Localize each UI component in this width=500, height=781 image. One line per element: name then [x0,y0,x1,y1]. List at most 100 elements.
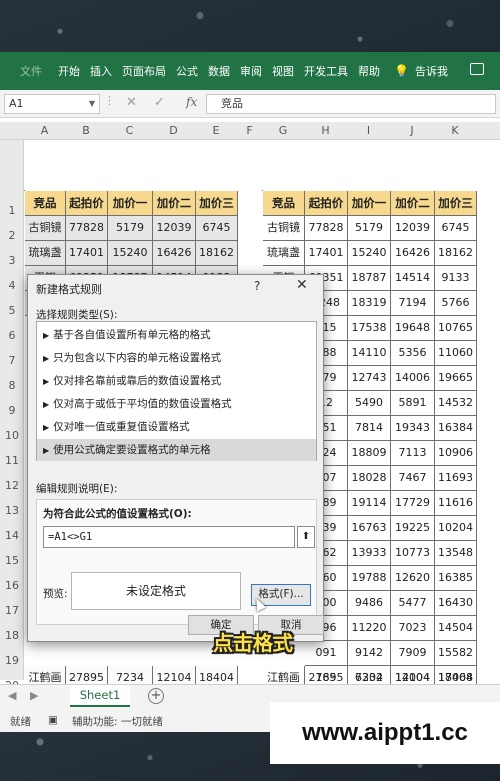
table-cell[interactable]: 16426 [391,241,435,266]
table-cell[interactable]: 14504 [435,616,477,641]
table-cell[interactable]: 7194 [391,291,435,316]
table-cell[interactable]: 19648 [391,316,435,341]
tab-home[interactable]: 开始 [58,63,80,79]
row-header[interactable]: 16 [0,573,24,598]
table-cell[interactable]: 18787 [348,266,391,291]
table-cell[interactable]: 14514 [391,266,435,291]
table-cell[interactable]: 17401 [305,241,348,266]
header-cell[interactable]: 加价二 [391,191,435,216]
row-header[interactable]: 14 [0,523,24,548]
rule-type-item[interactable]: ▶ 基于各自值设置所有单元格的格式 [37,324,316,346]
table-cell[interactable]: 18028 [348,466,391,491]
column-header[interactable]: D [152,122,195,140]
table-cell[interactable]: 7909 [391,641,435,666]
table-cell[interactable]: 7023 [391,616,435,641]
header-cell[interactable]: 加价一 [348,191,391,216]
table-cell[interactable]: 12039 [391,216,435,241]
column-header[interactable]: H [304,122,347,140]
table-cell[interactable]: 7113 [391,441,435,466]
table-cell[interactable]: 9142 [348,641,391,666]
table-cell[interactable]: 77828 [66,216,108,241]
table-cell[interactable]: 11220 [348,616,391,641]
table-cell[interactable]: 5179 [348,216,391,241]
table-cell[interactable]: 6745 [196,216,238,241]
formula-input[interactable]: 竞品 [206,94,496,114]
table-cell[interactable]: 12039 [153,216,196,241]
table-cell[interactable]: 11616 [435,491,477,516]
rule-type-item[interactable]: ▶ 仅对唯一值或重复值设置格式 [37,416,316,438]
row-header[interactable]: 12 [0,473,24,498]
table-cell[interactable]: 7814 [348,416,391,441]
table-cell[interactable]: 14006 [391,366,435,391]
rule-type-item[interactable]: ▶ 仅对高于或低于平均值的数值设置格式 [37,393,316,415]
row-header[interactable]: 15 [0,548,24,573]
header-cell[interactable]: 竞品 [263,191,305,216]
table-cell[interactable]: 12620 [391,566,435,591]
table-cell[interactable]: 15240 [108,241,153,266]
table-cell[interactable]: 9486 [348,591,391,616]
add-sheet-button[interactable]: + [148,688,164,704]
row-header[interactable]: 7 [0,348,24,373]
tab-formulas[interactable]: 公式 [176,63,198,79]
table-cell[interactable]: 19225 [391,516,435,541]
row-header[interactable]: 11 [0,448,24,473]
rule-type-item[interactable]: ▶ 只为包含以下内容的单元格设置格式 [37,347,316,369]
table-cell[interactable]: 19114 [348,491,391,516]
table-cell[interactable]: 9133 [435,266,477,291]
row-header[interactable]: 10 [0,423,24,448]
table-cell[interactable]: 古铜镜 [263,216,305,241]
rule-type-item[interactable]: ▶ 仅对排名靠前或靠后的数值设置格式 [37,370,316,392]
header-cell[interactable]: 竞品 [25,191,66,216]
table-cell[interactable]: 5179 [108,216,153,241]
table-cell[interactable]: 16385 [435,566,477,591]
next-sheet-icon[interactable]: ▶ [30,689,38,702]
table-cell[interactable]: 18162 [435,241,477,266]
table-cell[interactable]: 10773 [391,541,435,566]
table-cell[interactable]: 5477 [391,591,435,616]
tab-developer[interactable]: 开发工具 [304,63,348,79]
table-cell[interactable]: 6745 [435,216,477,241]
column-header[interactable]: J [390,122,434,140]
help-icon[interactable]: ? [254,279,260,293]
table-cell[interactable]: 18319 [348,291,391,316]
close-icon[interactable]: ✕ [296,277,308,293]
tab-data[interactable]: 数据 [208,63,230,79]
name-box[interactable]: A1 ▼ [4,94,100,114]
table-cell[interactable]: 18162 [196,241,238,266]
header-cell[interactable]: 加价二 [153,191,196,216]
table-cell[interactable]: 11693 [435,466,477,491]
row-header[interactable]: 5 [0,298,24,323]
table-cell[interactable]: 091 [305,641,348,666]
table-cell[interactable]: 琉璃盏 [25,241,66,266]
table-cell[interactable]: 16384 [435,416,477,441]
table-cell[interactable]: 12743 [348,366,391,391]
tab-insert[interactable]: 插入 [90,63,112,79]
row-header[interactable]: 1 [0,198,24,223]
column-header[interactable]: F [237,122,262,140]
tab-view[interactable]: 视图 [272,63,294,79]
header-cell[interactable]: 起拍价 [305,191,348,216]
column-header[interactable]: G [262,122,304,140]
table-cell[interactable]: 14532 [435,391,477,416]
tab-help[interactable]: 帮助 [358,63,380,79]
column-header[interactable]: E [195,122,237,140]
row-header[interactable]: 6 [0,323,24,348]
header-cell[interactable]: 加价三 [196,191,238,216]
table-cell[interactable]: 7467 [391,466,435,491]
row-header[interactable]: 3 [0,248,24,273]
row-header[interactable]: 13 [0,498,24,523]
table-cell[interactable]: 14110 [348,341,391,366]
column-header[interactable]: C [107,122,152,140]
rule-type-item-selected[interactable]: ▶ 使用公式确定要设置格式的单元格 [37,439,316,461]
table-cell[interactable]: 18809 [348,441,391,466]
check-icon[interactable]: ✓ [154,95,165,110]
row-header[interactable]: 18 [0,623,24,648]
function-icon[interactable]: fx [186,95,197,109]
table-cell[interactable]: 琉璃盏 [263,241,305,266]
table-cell[interactable]: 13933 [348,541,391,566]
row-header[interactable]: 9 [0,398,24,423]
table-cell[interactable]: 19343 [391,416,435,441]
table-cell[interactable]: 5356 [391,341,435,366]
table-cell[interactable]: 10765 [435,316,477,341]
column-header[interactable]: A [24,122,65,140]
